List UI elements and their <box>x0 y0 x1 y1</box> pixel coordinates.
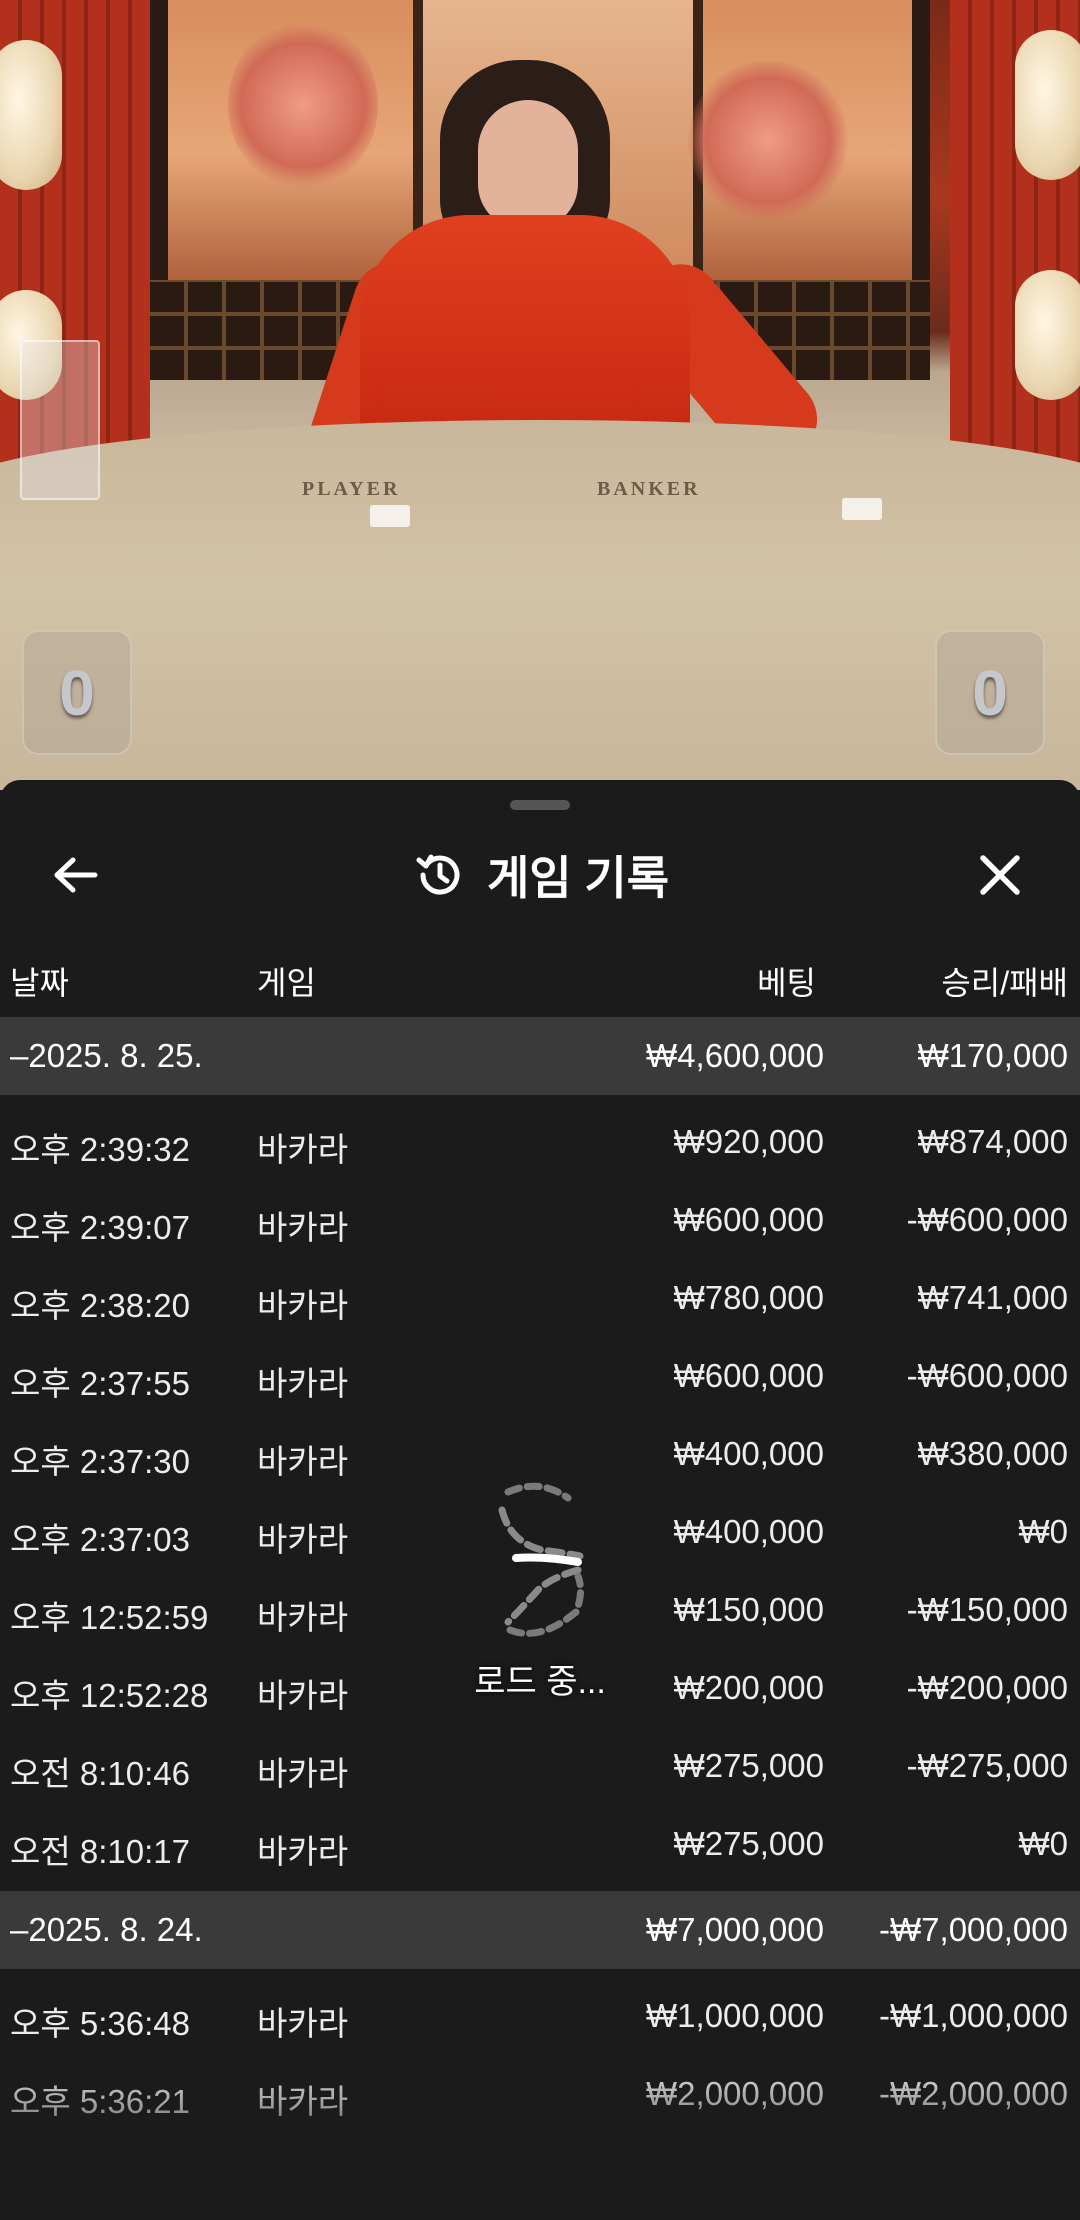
lantern-right-top <box>1015 30 1080 180</box>
group-total-result: -₩7,000,000 <box>879 1911 1068 1948</box>
row-result: -₩200,000 <box>906 1669 1068 1706</box>
table-row[interactable]: 오후 5:36:48 바카라 ₩1,000,000 -₩1,000,000 <box>0 1977 1080 2055</box>
table-row[interactable]: 오후 5:36:21 바카라 ₩2,000,000 -₩2,000,000 <box>0 2055 1080 2133</box>
blossom-left <box>228 20 378 190</box>
row-game: 바카라 <box>257 2083 349 2120</box>
live-video-feed: PLAYER BANKER 0 0 <box>0 0 1080 790</box>
sheet-title-group: 게임 기록 <box>0 845 1080 905</box>
date-group-header[interactable]: –2025. 8. 24. ₩7,000,000 -₩7,000,000 <box>0 1891 1080 1969</box>
row-time: 오후 2:37:55 <box>10 1365 190 1402</box>
row-result: -₩600,000 <box>906 1357 1068 1394</box>
row-game: 바카라 <box>257 1287 349 1324</box>
card-banker <box>842 498 882 520</box>
sheet-header: 게임 기록 <box>0 830 1080 920</box>
row-game: 바카라 <box>257 1521 349 1558</box>
row-game: 바카라 <box>257 1755 349 1792</box>
card-discard-tray <box>20 340 100 500</box>
table-row[interactable]: 오후 2:39:07 바카라 ₩600,000 -₩600,000 <box>0 1181 1080 1259</box>
row-result: -₩1,000,000 <box>879 1997 1068 2034</box>
close-icon <box>980 855 1020 895</box>
player-score: 0 <box>22 630 132 755</box>
row-bet: ₩780,000 <box>673 1279 824 1316</box>
row-time: 오후 2:39:07 <box>10 1209 190 1246</box>
row-bet: ₩150,000 <box>673 1591 824 1628</box>
table-label-banker: BANKER <box>597 478 701 500</box>
row-game: 바카라 <box>257 1131 349 1168</box>
loading-spinner-icon <box>498 1482 585 1637</box>
row-result: -₩600,000 <box>906 1201 1068 1238</box>
sheet-title: 게임 기록 <box>486 852 670 904</box>
table-row[interactable]: 오전 8:10:46 바카라 ₩275,000 -₩275,000 <box>0 1727 1080 1805</box>
row-bet: ₩200,000 <box>673 1669 824 1706</box>
table-row[interactable]: 오후 2:37:55 바카라 ₩600,000 -₩600,000 <box>0 1337 1080 1415</box>
table-row[interactable]: 오전 8:10:17 바카라 ₩275,000 ₩0 <box>0 1805 1080 1883</box>
row-bet: ₩275,000 <box>673 1747 824 1784</box>
row-time: 오후 2:37:03 <box>10 1521 190 1558</box>
date-group-header[interactable]: –2025. 8. 25. ₩4,600,000 ₩170,000 <box>0 1017 1080 1095</box>
row-bet: ₩1,000,000 <box>646 1997 824 2034</box>
row-bet: ₩920,000 <box>673 1123 824 1160</box>
group-total-bet: ₩7,000,000 <box>646 1911 824 1948</box>
row-result: ₩380,000 <box>917 1435 1068 1472</box>
row-result: -₩2,000,000 <box>879 2075 1068 2112</box>
row-result: ₩0 <box>1018 1825 1069 1862</box>
table-row[interactable]: 오후 2:38:20 바카라 ₩780,000 ₩741,000 <box>0 1259 1080 1337</box>
table-row[interactable]: 오후 2:39:32 바카라 ₩920,000 ₩874,000 <box>0 1103 1080 1181</box>
row-result: ₩741,000 <box>917 1279 1068 1316</box>
row-game: 바카라 <box>257 1209 349 1246</box>
row-bet: ₩400,000 <box>673 1435 824 1472</box>
row-time: 오후 12:52:28 <box>10 1677 209 1714</box>
row-game: 바카라 <box>257 1599 349 1636</box>
column-bet: 베팅 <box>757 965 816 1001</box>
loading-text: 로드 중... <box>474 1663 606 1701</box>
row-time: 오후 5:36:21 <box>10 2083 190 2120</box>
row-time: 오전 8:10:46 <box>10 1755 190 1792</box>
row-bet: ₩600,000 <box>673 1357 824 1394</box>
sheet-drag-handle[interactable] <box>510 800 570 810</box>
row-bet: ₩600,000 <box>673 1201 824 1238</box>
close-button[interactable] <box>965 845 1035 905</box>
column-win-loss: 승리/패배 <box>941 965 1068 1001</box>
lantern-right-bottom <box>1015 270 1080 400</box>
row-bet: ₩2,000,000 <box>646 2075 824 2112</box>
history-icon <box>416 854 460 895</box>
row-time: 오전 8:10:17 <box>10 1833 190 1870</box>
row-time: 오후 2:39:32 <box>10 1131 190 1168</box>
blossom-right <box>688 60 848 220</box>
row-time: 오후 5:36:48 <box>10 2005 190 2042</box>
row-result: ₩874,000 <box>917 1123 1068 1160</box>
table-label-player: PLAYER <box>302 478 401 500</box>
row-result: -₩275,000 <box>906 1747 1068 1784</box>
row-game: 바카라 <box>257 2005 349 2042</box>
group-total-result: ₩170,000 <box>917 1037 1068 1074</box>
baccarat-table <box>0 420 1080 790</box>
card-player <box>370 505 410 527</box>
row-game: 바카라 <box>257 1443 349 1480</box>
row-bet: ₩275,000 <box>673 1825 824 1862</box>
group-date: –2025. 8. 25. <box>10 1037 203 1074</box>
row-bet: ₩400,000 <box>673 1513 824 1550</box>
group-total-bet: ₩4,600,000 <box>646 1037 824 1074</box>
group-date: –2025. 8. 24. <box>10 1911 203 1948</box>
banker-score: 0 <box>935 630 1045 755</box>
row-game: 바카라 <box>257 1365 349 1402</box>
table-header: 날짜 게임 베팅 승리/패배 <box>0 952 1080 1002</box>
row-time: 오후 12:52:59 <box>10 1599 209 1636</box>
column-game: 게임 <box>257 965 316 1001</box>
row-result: -₩150,000 <box>906 1591 1068 1628</box>
row-game: 바카라 <box>257 1677 349 1714</box>
row-time: 오후 2:38:20 <box>10 1287 190 1324</box>
row-time: 오후 2:37:30 <box>10 1443 190 1480</box>
row-result: ₩0 <box>1018 1513 1069 1550</box>
dealer-face <box>478 100 578 230</box>
row-game: 바카라 <box>257 1833 349 1870</box>
lantern-left-top <box>0 40 62 190</box>
column-date: 날짜 <box>10 965 69 1001</box>
loading-indicator: 로드 중... <box>440 1480 640 1730</box>
